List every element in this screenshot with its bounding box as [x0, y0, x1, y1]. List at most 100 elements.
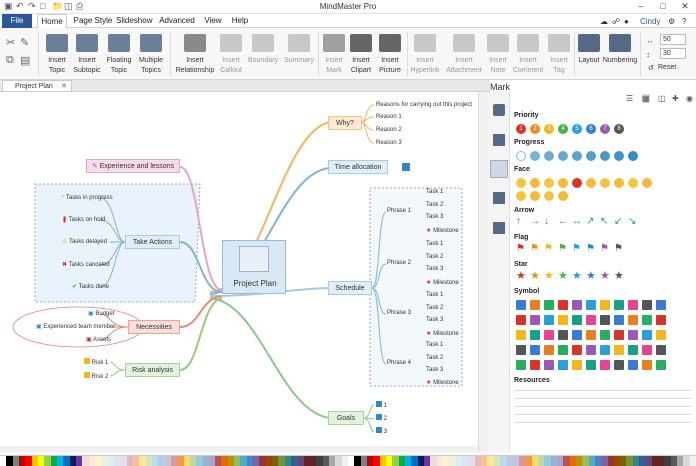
progress-3-icon[interactable] — [558, 151, 568, 161]
filter-icon[interactable]: ◫ — [658, 94, 666, 103]
symbol-2-7-icon[interactable] — [614, 330, 624, 340]
task-panel-icon[interactable] — [493, 222, 505, 234]
visibility-icon[interactable]: ◉ — [686, 94, 693, 103]
format-painter-icon[interactable]: ✎ — [20, 36, 29, 49]
clipart-panel-icon[interactable] — [493, 192, 505, 204]
p4-milestone[interactable]: ★ Milestone — [426, 379, 459, 386]
mindmap-canvas[interactable]: Project Plan Why? Reasons for carrying o… — [0, 92, 478, 452]
symbol-1-0-icon[interactable] — [516, 315, 526, 325]
topic-risk-analysis[interactable]: Risk analysis — [125, 363, 180, 377]
paste-icon[interactable]: ▤ — [20, 54, 30, 67]
height-input[interactable]: 30 — [660, 48, 686, 59]
progress-0-icon[interactable] — [516, 151, 526, 161]
p1-milestone[interactable]: ★ Milestone — [426, 227, 459, 234]
symbol-1-1-icon[interactable] — [530, 315, 540, 325]
symbol-1-10-icon[interactable] — [656, 315, 666, 325]
reason-3[interactable]: Reason 3 — [376, 140, 402, 146]
symbol-0-7-icon[interactable] — [614, 300, 624, 310]
insert-picture-button[interactable]: Insert Picture — [375, 28, 405, 80]
symbol-4-7-icon[interactable] — [614, 360, 624, 370]
priority-3-icon[interactable]: 3 — [544, 124, 554, 134]
face-9-icon[interactable] — [642, 178, 652, 188]
cloud-icon[interactable]: ☁ — [600, 17, 608, 26]
p1-task-1[interactable]: Task 1 — [426, 189, 443, 195]
tab-slideshow[interactable]: Slideshow — [116, 14, 152, 28]
progress-8-icon[interactable] — [628, 151, 638, 161]
help-icon[interactable]: ? — [682, 17, 686, 26]
insert-attachment-button[interactable]: Insert Attachment — [443, 28, 485, 80]
symbol-0-2-icon[interactable] — [544, 300, 554, 310]
symbol-1-3-icon[interactable] — [558, 315, 568, 325]
flag-7-icon[interactable]: ⚑ — [614, 244, 623, 254]
symbol-3-9-icon[interactable] — [642, 345, 652, 355]
symbol-2-9-icon[interactable] — [642, 330, 652, 340]
symbol-3-3-icon[interactable] — [558, 345, 568, 355]
star-0-icon[interactable]: ★ — [516, 271, 526, 282]
symbol-2-8-icon[interactable] — [628, 330, 638, 340]
symbol-1-4-icon[interactable] — [572, 315, 582, 325]
symbol-4-2-icon[interactable] — [544, 360, 554, 370]
mark-panel-icon[interactable] — [490, 160, 508, 178]
arrow-5-icon[interactable]: ↗ — [586, 217, 594, 227]
share-icon[interactable]: ☍ — [612, 17, 620, 26]
boundary-button[interactable]: Boundary — [246, 28, 280, 80]
settings-icon[interactable]: ⚙ — [668, 17, 675, 26]
tasks-on-hold[interactable]: ❚ Tasks on hold — [62, 216, 105, 223]
star-6-icon[interactable]: ★ — [600, 271, 610, 282]
flag-1-icon[interactable]: ⚑ — [530, 244, 539, 254]
copy-icon[interactable]: ⧉ — [6, 54, 14, 67]
face-13-icon[interactable] — [558, 191, 568, 201]
priority-4-icon[interactable]: 4 — [558, 124, 568, 134]
reason-1[interactable]: Reason 1 — [376, 114, 402, 120]
symbol-4-1-icon[interactable] — [530, 360, 540, 370]
symbol-3-6-icon[interactable] — [600, 345, 610, 355]
progress-6-icon[interactable] — [600, 151, 610, 161]
goal-3[interactable]: 3 — [376, 427, 387, 435]
tab-help[interactable]: Help — [229, 14, 251, 28]
maximize-button[interactable]: □ — [652, 0, 674, 13]
flag-3-icon[interactable]: ⚑ — [558, 244, 567, 254]
symbol-4-3-icon[interactable] — [558, 360, 568, 370]
grid-view-icon[interactable]: ▦ — [642, 94, 650, 103]
multiple-topics-button[interactable]: Multiple Topics — [135, 28, 167, 80]
flag-4-icon[interactable]: ⚑ — [572, 244, 581, 254]
p4-task-3[interactable]: Task 3 — [426, 367, 443, 373]
progress-4-icon[interactable] — [572, 151, 582, 161]
priority-7-icon[interactable]: 7 — [600, 124, 610, 134]
symbol-3-8-icon[interactable] — [628, 345, 638, 355]
symbol-0-6-icon[interactable] — [600, 300, 610, 310]
p2-task-1[interactable]: Task 1 — [426, 241, 443, 247]
face-4-icon[interactable] — [572, 178, 582, 188]
topic-time-allocation[interactable]: Time allocation — [328, 160, 388, 174]
topic-why[interactable]: Why? — [328, 116, 362, 130]
floating-topic-button[interactable]: Floating Topic — [104, 28, 134, 80]
p3-milestone[interactable]: ★ Milestone — [426, 330, 459, 337]
tab-advanced[interactable]: Advanced — [158, 14, 196, 28]
symbol-0-1-icon[interactable] — [530, 300, 540, 310]
goal-2[interactable]: 2 — [376, 414, 387, 422]
numbering-button[interactable]: Numbering — [602, 28, 638, 80]
insert-clipart-button[interactable]: Insert Clipart — [348, 28, 374, 80]
experienced-team-member[interactable]: ▣ Experienced team member — [36, 323, 115, 330]
tasks-done[interactable]: ✔ Tasks done — [72, 283, 109, 290]
phase-2[interactable]: Phrase 2 — [387, 260, 411, 266]
close-tab-icon[interactable]: ✕ — [61, 81, 67, 92]
tasks-canceled[interactable]: ✖ Tasks canceled — [62, 261, 110, 268]
symbol-0-0-icon[interactable] — [516, 300, 526, 310]
p3-task-3[interactable]: Task 3 — [426, 317, 443, 323]
format-icon[interactable] — [493, 104, 505, 116]
flag-5-icon[interactable]: ⚑ — [586, 244, 595, 254]
symbol-0-9-icon[interactable] — [642, 300, 652, 310]
p1-task-2[interactable]: Task 2 — [426, 202, 443, 208]
minimize-button[interactable]: – — [630, 0, 652, 13]
arrow-3-icon[interactable]: ← — [558, 217, 568, 227]
risk-1[interactable]: Risk 1 — [84, 358, 108, 366]
symbol-3-5-icon[interactable] — [586, 345, 596, 355]
insert-relationship-button[interactable]: Insert Relationship — [173, 28, 217, 80]
phase-1[interactable]: Phrase 1 — [387, 208, 411, 214]
face-10-icon[interactable] — [516, 191, 526, 201]
symbol-1-6-icon[interactable] — [600, 315, 610, 325]
face-6-icon[interactable] — [600, 178, 610, 188]
summary-button[interactable]: Summary — [282, 28, 316, 80]
symbol-2-2-icon[interactable] — [544, 330, 554, 340]
